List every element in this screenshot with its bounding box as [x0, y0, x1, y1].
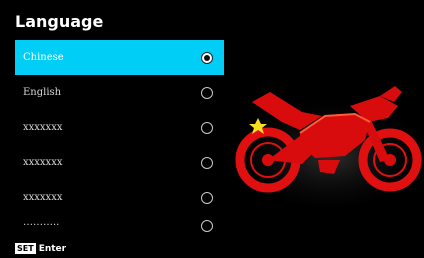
option-label: xxxxxxx — [23, 157, 63, 168]
option-label: xxxxxxx — [23, 192, 63, 203]
radio-icon[interactable] — [201, 156, 213, 169]
radio-icon[interactable] — [201, 121, 213, 134]
language-list: Chinese English xxxxxxx xxxxxxx xxxxxxx … — [15, 40, 224, 241]
radio-icon[interactable] — [201, 220, 213, 232]
option-label: Chinese — [23, 52, 64, 63]
language-option-4[interactable]: xxxxxxx — [15, 145, 224, 180]
radio-icon[interactable] — [201, 191, 213, 204]
language-option-more[interactable]: ……….. — [15, 215, 224, 241]
option-label: ……….. — [23, 217, 60, 228]
motorcycle-icon — [234, 86, 424, 206]
radio-icon[interactable] — [201, 86, 213, 99]
option-label: xxxxxxx — [23, 122, 63, 133]
language-option-chinese[interactable]: Chinese — [15, 40, 224, 75]
language-option-3[interactable]: xxxxxxx — [15, 110, 224, 145]
language-option-english[interactable]: English — [15, 75, 224, 110]
option-label: English — [23, 87, 62, 98]
enter-hint-label: Enter — [38, 243, 67, 254]
language-screen: Language Chinese English xxxxxxx xxxxxxx… — [0, 0, 424, 258]
key-hint: SET Enter — [15, 243, 66, 254]
set-key-icon: SET — [15, 243, 36, 254]
page-title: Language — [15, 12, 104, 31]
language-option-5[interactable]: xxxxxxx — [15, 180, 224, 215]
radio-selected-icon[interactable] — [201, 51, 213, 64]
